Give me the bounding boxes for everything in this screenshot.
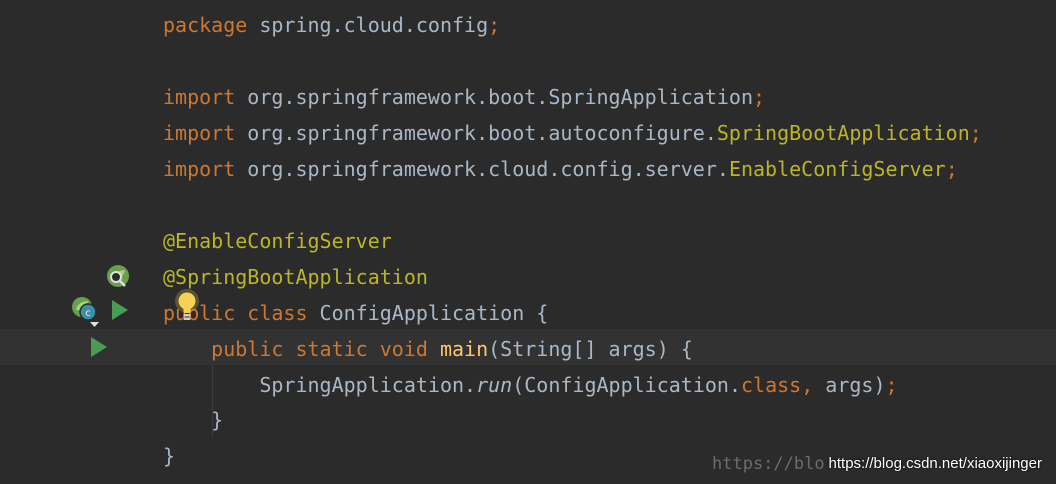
code-token: @SpringBootApplication <box>163 265 428 289</box>
code-line[interactable]: public static void main(String[] args) { <box>163 331 693 367</box>
code-token: import <box>163 85 236 109</box>
code-token: } <box>163 408 224 432</box>
code-token: org.springframework.boot.autoconfigure. <box>235 121 717 145</box>
code-token: run <box>476 373 513 397</box>
code-token: package <box>163 13 248 37</box>
code-line[interactable]: import org.springframework.boot.autoconf… <box>163 115 982 151</box>
code-token: ; <box>885 373 898 397</box>
code-token: import <box>163 121 236 145</box>
editor-gutter <box>0 0 150 484</box>
code-token: EnableConfigServer <box>728 157 946 181</box>
run-icon[interactable] <box>89 335 109 359</box>
watermark: https://blog.csdn.net/xiaoxijinger <box>828 455 1042 472</box>
code-line[interactable]: import org.springframework.boot.SpringAp… <box>163 79 765 115</box>
code-token: args) <box>813 373 886 397</box>
code-token: ; <box>488 13 501 37</box>
code-token: } <box>163 444 176 468</box>
code-editor[interactable]: package spring.cloud.config; import org.… <box>0 0 1056 484</box>
code-line[interactable]: package spring.cloud.config; <box>163 7 500 43</box>
code-token: org.springframework.cloud.config.server. <box>235 157 729 181</box>
spring-bean-search-icon[interactable] <box>105 263 131 289</box>
code-line[interactable]: } <box>163 438 175 474</box>
code-token: import <box>163 157 236 181</box>
code-line[interactable]: @SpringBootApplication <box>163 259 428 295</box>
code-token: ConfigApplication { <box>307 301 549 325</box>
spring-class-icon[interactable]: c <box>70 296 100 330</box>
code-token: spring.cloud.config <box>247 13 489 37</box>
intention-bulb-icon[interactable] <box>173 287 201 325</box>
code-token: public static void <box>211 337 428 361</box>
code-token: org.springframework.boot.SpringApplicati… <box>235 85 754 109</box>
code-token: (String[] args) { <box>488 337 693 361</box>
code-token: SpringBootApplication <box>716 121 970 145</box>
code-token: @EnableConfigServer <box>163 229 392 253</box>
code-token: (ConfigApplication. <box>512 373 741 397</box>
code-line[interactable]: } <box>163 402 223 438</box>
watermark-ghost-text: https://blo <box>712 454 825 474</box>
code-line[interactable]: public class ConfigApplication { <box>163 295 548 331</box>
code-line[interactable]: SpringApplication.run(ConfigApplication.… <box>163 367 898 403</box>
code-token: SpringApplication. <box>163 373 477 397</box>
code-line[interactable]: @EnableConfigServer <box>163 223 392 259</box>
code-token: class <box>247 301 308 325</box>
code-token: class, <box>740 373 814 397</box>
code-line[interactable]: import org.springframework.cloud.config.… <box>163 151 958 187</box>
svg-text:c: c <box>85 308 91 319</box>
code-token: ; <box>969 121 982 145</box>
code-token: main <box>439 337 489 361</box>
code-token: ; <box>753 85 766 109</box>
code-token: ; <box>945 157 958 181</box>
run-icon[interactable] <box>110 298 130 322</box>
